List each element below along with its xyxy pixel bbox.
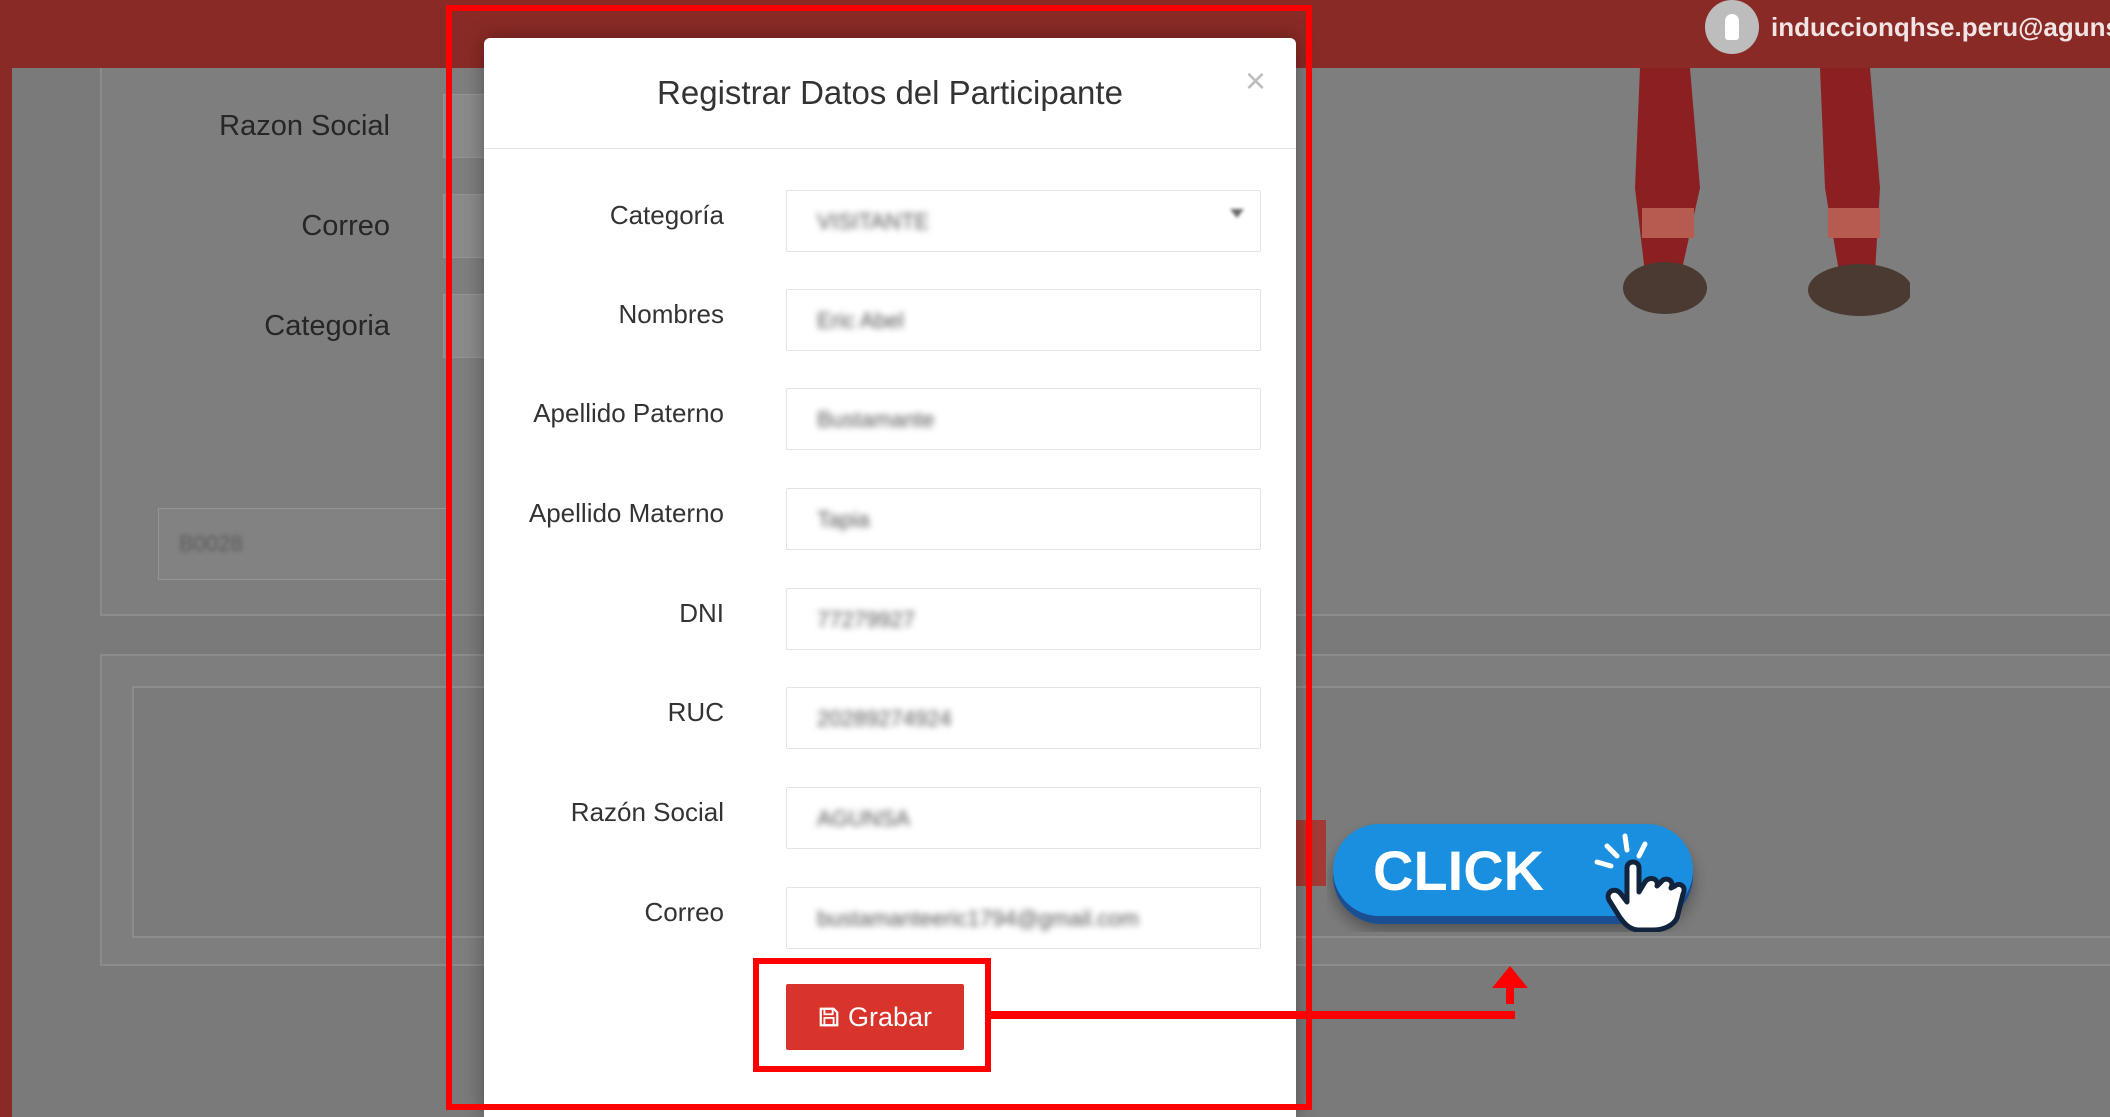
- user-email: induccionqhse.peru@aguns: [1771, 11, 2110, 42]
- modal-highlight-frame: [446, 5, 1312, 1110]
- mascot-image: [1623, 68, 1910, 316]
- click-text: CLICK: [1373, 839, 1544, 902]
- arrow-head-icon: [1480, 966, 1528, 1019]
- click-badge: CLICK: [1333, 824, 1693, 932]
- bg-label-correo: Correo: [301, 210, 390, 242]
- user-avatar-icon: [1705, 0, 1760, 54]
- save-button-highlight: [753, 958, 991, 1072]
- bg-search-value: B0028: [179, 531, 243, 556]
- bg-label-categoria: Categoria: [264, 310, 390, 342]
- sidebar-strip: [0, 68, 12, 1117]
- user-menu[interactable]: induccionqhse.peru@aguns: [1705, 0, 2110, 54]
- bg-search-input[interactable]: B0028: [158, 508, 450, 580]
- bg-label-razon-social: Razon Social: [219, 110, 390, 142]
- arrow-icon: [985, 1011, 1515, 1019]
